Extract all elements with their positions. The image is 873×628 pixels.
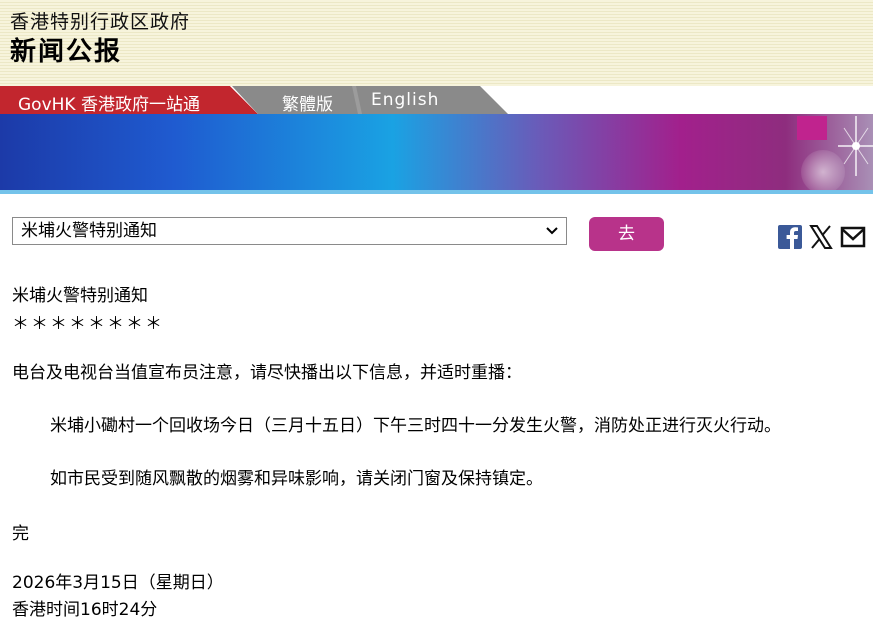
tab-govhk[interactable]: GovHK 香港政府一站通 [0,86,258,115]
select-value: 米埔火警特别通知 [21,221,157,241]
article-notice: 电台及电视台当值宣布员注意，请尽快播出以下信息，并适时重播： [12,363,522,383]
tab-english[interactable]: English [371,90,439,110]
banner-stripe [0,190,873,194]
article-end: 完 [12,524,29,544]
banner [0,114,873,190]
go-button[interactable]: 去 [589,217,664,251]
x-icon[interactable] [808,224,834,250]
article-paragraph-1: 米埔小磡村一个回收场今日（三月十五日）下午三时四十一分发生火警，消防处正进行灭火… [50,416,781,436]
facebook-icon[interactable] [777,224,803,250]
mail-icon[interactable] [840,224,866,250]
header: 香港特别行政区政府 新闻公报 [0,0,873,86]
article-stars: ＊＊＊＊＊＊＊＊ [12,314,164,334]
page-title: 新闻公报 [10,37,123,67]
grey-tab-shape [232,86,508,114]
article-date: 2026年3月15日（星期日） [12,573,224,593]
article-time: 香港时间16时24分 [12,600,158,620]
tab-traditional-english-group: 繁體版 English [232,86,508,115]
tab-traditional[interactable]: 繁體版 [282,90,333,115]
chevron-down-icon [546,227,558,235]
banner-square [797,116,827,140]
article-title: 米埔火警特别通知 [12,286,148,306]
top-nav: GovHK 香港政府一站通 繁體版 English [0,86,873,115]
tab-govhk-label: GovHK 香港政府一站通 [18,95,200,115]
org-title: 香港特别行政区政府 [10,11,191,33]
sparkle-icon [838,116,873,176]
article-paragraph-2: 如市民受到随风飘散的烟雾和异味影响，请关闭门窗及保持镇定。 [50,469,543,489]
press-release-select[interactable]: 米埔火警特别通知 [12,217,567,245]
